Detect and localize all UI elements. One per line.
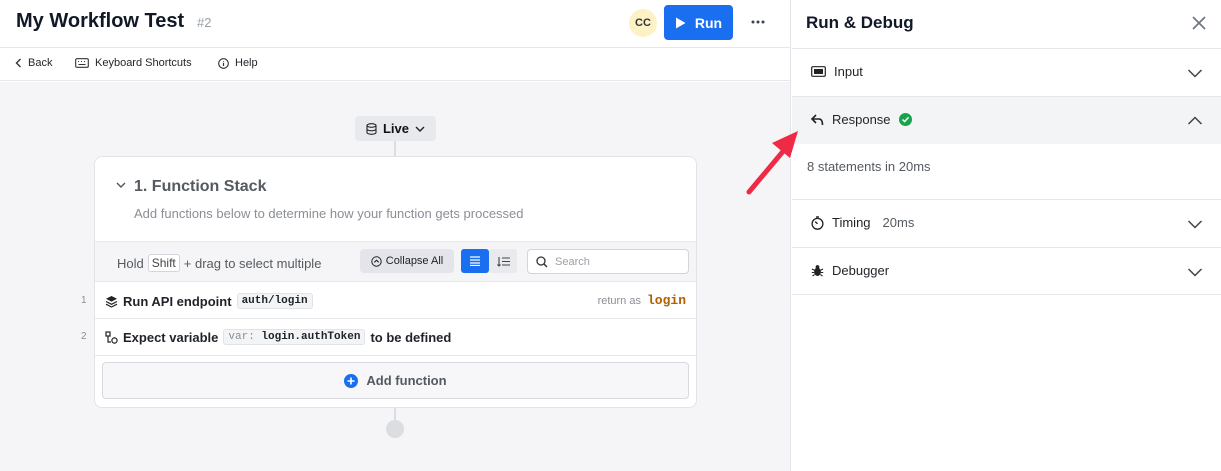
input-box-icon xyxy=(811,66,826,77)
keyboard-icon xyxy=(75,58,89,68)
chevron-down-icon xyxy=(1187,220,1203,229)
keyboard-shortcuts-label: Keyboard Shortcuts xyxy=(95,57,192,69)
back-link[interactable]: Back xyxy=(15,57,52,69)
section-timing[interactable]: Timing 20ms xyxy=(792,199,1221,247)
function-stack-title: 1. Function Stack xyxy=(134,178,267,195)
function-stack-subtitle: Add functions below to determine how you… xyxy=(134,206,524,221)
outline-view-toggle[interactable] xyxy=(489,249,517,273)
help-label: Help xyxy=(235,57,258,69)
annotation-arrow-icon xyxy=(746,131,798,195)
function-label: Expect variable xyxy=(123,329,219,345)
chevron-left-icon xyxy=(15,58,21,68)
expect-test-icon xyxy=(105,330,118,344)
run-button-label: Run xyxy=(694,14,723,31)
hint-suffix: + drag to select multiple xyxy=(183,255,322,271)
page-title: My Workflow Test xyxy=(16,10,185,32)
ordered-list-icon xyxy=(496,256,510,267)
list-icon xyxy=(470,256,480,266)
chevron-up-icon xyxy=(1187,116,1203,125)
collapse-all-button[interactable]: Collapse All xyxy=(360,249,454,273)
section-input[interactable]: Input xyxy=(792,48,1221,96)
section-label: Debugger xyxy=(832,263,890,278)
hint-prefix: Hold xyxy=(117,255,144,271)
collapse-all-label: Collapse All xyxy=(385,255,444,267)
response-summary: 8 statements in 20ms xyxy=(807,159,931,174)
endpoint-code: auth/login xyxy=(236,293,313,309)
panel-title: Run & Debug xyxy=(806,13,914,32)
more-dots-icon xyxy=(751,20,765,24)
stack-search-input[interactable]: Search xyxy=(527,249,689,274)
run-button[interactable]: Run xyxy=(664,5,733,40)
function-label: Run API endpoint xyxy=(123,293,232,309)
variable-prefix: var: xyxy=(228,331,255,343)
search-placeholder: Search xyxy=(555,255,590,268)
bug-icon xyxy=(811,265,824,277)
function-stack-card: 1. Function Stack Add functions below to… xyxy=(81,156,697,408)
environment-label: Live xyxy=(382,121,409,136)
success-check-icon xyxy=(898,113,912,126)
sub-toolbar: Back Keyboard Shortcuts Help xyxy=(0,49,790,81)
return-as: return as login xyxy=(598,293,686,308)
row-number: 1 xyxy=(81,295,87,306)
multi-select-hint: Hold Shift + drag to select multiple xyxy=(117,254,321,272)
back-label: Back xyxy=(28,57,53,69)
section-label: Response xyxy=(832,112,891,127)
keyboard-shortcuts-link[interactable]: Keyboard Shortcuts xyxy=(75,57,192,69)
chevron-down-icon xyxy=(1187,268,1203,277)
search-icon xyxy=(536,255,548,267)
reply-icon xyxy=(811,113,824,125)
section-label: Input xyxy=(834,64,863,79)
return-as-label: return as xyxy=(597,294,641,307)
collapse-circle-icon xyxy=(371,255,382,267)
variable-code: var: login.authToken xyxy=(223,329,366,345)
play-icon xyxy=(675,17,686,28)
stack-toolbar: Hold Shift + drag to select multiple Col… xyxy=(95,241,696,282)
function-row[interactable]: 1 Run API endpoint auth/login return as … xyxy=(81,283,696,319)
layers-icon xyxy=(105,295,118,308)
environment-selector[interactable]: Live xyxy=(355,116,436,141)
add-function-button[interactable]: Add function xyxy=(102,362,689,399)
timing-value: 20ms xyxy=(882,215,915,230)
run-debug-panel: Run & Debug Input Response 8 statements … xyxy=(792,0,1221,471)
database-icon xyxy=(366,122,377,135)
section-label: Timing xyxy=(832,215,871,230)
panel-divider xyxy=(792,294,1221,295)
revision-badge: #2 xyxy=(197,15,212,30)
stopwatch-icon xyxy=(811,215,824,230)
return-variable: login xyxy=(646,293,686,308)
avatar[interactable]: CC xyxy=(629,9,657,37)
row-number: 2 xyxy=(81,331,87,342)
expect-suffix: to be defined xyxy=(370,329,452,345)
collapse-chevron-icon[interactable] xyxy=(115,179,127,191)
chevron-down-icon xyxy=(415,126,425,132)
section-response[interactable]: Response 8 statements in 20ms xyxy=(792,96,1221,200)
info-icon xyxy=(218,57,229,69)
close-icon[interactable] xyxy=(1191,15,1207,31)
add-function-label: Add function xyxy=(366,373,447,388)
top-bar: My Workflow Test #2 CC Run xyxy=(0,0,790,48)
more-options-button[interactable] xyxy=(748,12,768,32)
chevron-down-icon xyxy=(1187,69,1203,78)
function-row[interactable]: 2 Expect variable var: login.authToken t… xyxy=(81,319,696,356)
plus-circle-icon xyxy=(344,373,359,388)
help-link[interactable]: Help xyxy=(218,57,258,69)
variable-name: login.authToken xyxy=(261,331,361,343)
section-debugger[interactable]: Debugger xyxy=(792,247,1221,295)
flow-end-node xyxy=(386,420,404,438)
workflow-editor: My Workflow Test #2 CC Run Back Keyboard… xyxy=(0,0,791,471)
list-view-toggle[interactable] xyxy=(461,249,489,273)
connector-line xyxy=(394,141,396,156)
shift-key-badge: Shift xyxy=(147,254,180,272)
workflow-canvas[interactable]: Live 1. Function Stack Add functions bel… xyxy=(0,82,790,471)
